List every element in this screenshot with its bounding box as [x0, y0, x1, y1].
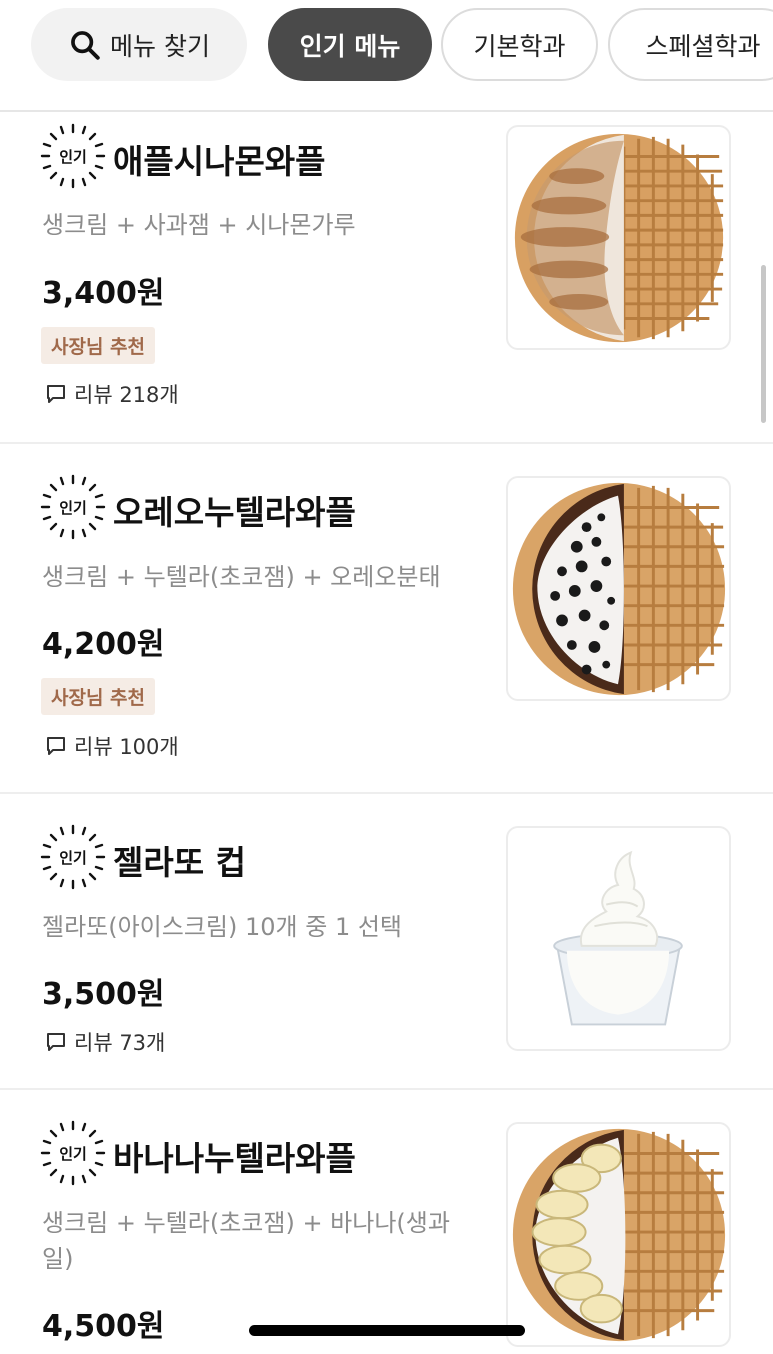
svg-text:인기: 인기	[59, 849, 87, 867]
category-bar: 메뉴 찾기 인기 메뉴 기본학과 스페셜학과	[0, 0, 773, 112]
review-count: 리뷰 73개	[44, 1027, 165, 1057]
tab-basic[interactable]: 기본학과	[441, 8, 598, 81]
menu-search-label: 메뉴 찾기	[110, 31, 210, 61]
popular-badge-icon: 인기	[40, 824, 106, 890]
menu-item-name: 오레오누텔라와플	[113, 493, 356, 532]
waffle-photo	[514, 133, 724, 343]
menu-item[interactable]: 인기 젤라또 컵 젤라또(아이스크림) 10개 중 1 선택 3,500원 리뷰…	[0, 794, 773, 1090]
menu-item-price: 3,500원	[42, 977, 165, 1012]
menu-item-name: 애플시나몬와플	[113, 142, 326, 181]
menu-item-name: 바나나누텔라와플	[113, 1139, 356, 1178]
tab-special[interactable]: 스페셜학과	[608, 8, 773, 81]
popular-badge-icon: 인기	[40, 1120, 106, 1186]
menu-item-description: 생크림 + 사과잼 + 시나몬가루	[42, 211, 356, 239]
owner-recommend-tag: 사장님 추천	[41, 327, 156, 364]
svg-text:인기: 인기	[59, 1145, 87, 1163]
menu-item-photo[interactable]	[506, 1122, 731, 1347]
waffle-photo	[512, 482, 726, 696]
comment-icon	[47, 737, 65, 755]
search-icon	[71, 30, 100, 60]
review-count-label: 리뷰 73개	[74, 1031, 166, 1055]
popular-badge-icon: 인기	[40, 123, 106, 189]
tab-popular-menu[interactable]: 인기 메뉴	[268, 8, 432, 81]
menu-search-button[interactable]: 메뉴 찾기	[31, 8, 247, 81]
scrollbar[interactable]	[761, 265, 766, 423]
owner-recommend-tag: 사장님 추천	[41, 678, 156, 715]
comment-icon	[47, 385, 65, 403]
menu-item[interactable]: 인기 애플시나몬와플 생크림 + 사과잼 + 시나몬가루 3,400원 사장님 …	[0, 113, 773, 444]
gelato-cup-photo	[553, 850, 683, 1026]
menu-item-photo[interactable]	[506, 826, 731, 1051]
menu-item-price: 4,200원	[42, 627, 165, 662]
comment-icon	[47, 1033, 65, 1051]
review-count: 리뷰 218개	[44, 379, 179, 409]
svg-text:인기: 인기	[59, 499, 87, 517]
menu-item-name: 젤라또 컵	[113, 843, 246, 882]
home-indicator[interactable]	[249, 1325, 525, 1336]
review-count-label: 리뷰 218개	[74, 383, 179, 407]
waffle-photo	[512, 1128, 726, 1342]
popular-badge-icon: 인기	[40, 474, 106, 540]
review-count-label: 리뷰 100개	[74, 735, 179, 759]
menu-item-price: 3,400원	[42, 276, 165, 311]
menu-item[interactable]: 인기 오레오누텔라와플 생크림 + 누텔라(초코잼) + 오레오분태 4,200…	[0, 444, 773, 794]
svg-text:인기: 인기	[59, 148, 87, 166]
menu-item-photo[interactable]	[506, 125, 731, 350]
menu-item-price: 4,500원	[42, 1309, 165, 1344]
menu-item-description: 생크림 + 누텔라(초코잼) + 오레오분태	[42, 563, 441, 591]
review-count: 리뷰 100개	[44, 731, 179, 761]
menu-item-photo[interactable]	[506, 476, 731, 701]
menu-item-description: 생크림 + 누텔라(초코잼) + 바나나(생과일)	[42, 1209, 450, 1273]
menu-item[interactable]: 인기 바나나누텔라와플 생크림 + 누텔라(초코잼) + 바나나(생과일) 4,…	[0, 1090, 773, 1354]
menu-item-description: 젤라또(아이스크림) 10개 중 1 선택	[42, 913, 403, 941]
